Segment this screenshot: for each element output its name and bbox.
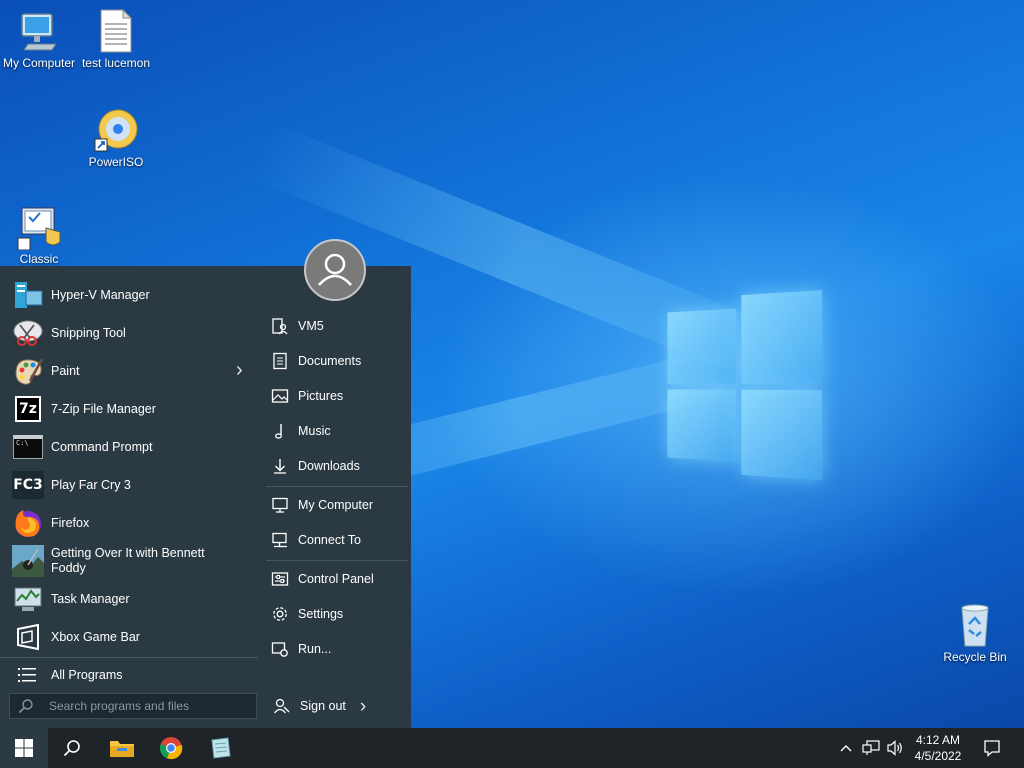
control-panel-icon (270, 569, 290, 589)
notepad-icon (211, 737, 231, 759)
classic-shell-icon (16, 204, 62, 251)
program-list: Hyper-V Manager Snipping Tool Paint › 7z… (0, 266, 262, 728)
text-file-icon (93, 8, 139, 54)
search-box[interactable]: Search programs and files (9, 693, 257, 719)
start-menu: Hyper-V Manager Snipping Tool Paint › 7z… (0, 266, 411, 728)
desktop-icon-classic[interactable]: Classic (0, 204, 78, 266)
sign-out-button[interactable]: Sign out › (272, 690, 413, 722)
tray-show-hidden-icons[interactable] (836, 728, 856, 768)
desktop-icon-my-computer[interactable]: My Computer (0, 8, 78, 70)
terminal-icon: C:\ (12, 431, 44, 463)
sign-out-icon (272, 696, 292, 716)
places-item-connect-to[interactable]: Connect To (270, 524, 411, 556)
program-item-command-prompt[interactable]: C:\ Command Prompt (0, 428, 258, 466)
notification-icon (984, 740, 1000, 757)
places-list: VM5 Documents Pictures Music Downloads M… (262, 266, 411, 728)
disc-icon (93, 107, 139, 153)
desktop-icon-poweriso[interactable]: PowerISO (77, 107, 155, 169)
firefox-icon (12, 507, 44, 539)
user-avatar[interactable] (304, 239, 366, 301)
places-item-vm5[interactable]: VM5 (270, 310, 411, 342)
scissors-icon (12, 317, 44, 349)
taskbar-clock[interactable]: 4:12 AM 4/5/2022 (906, 732, 970, 764)
desktop-icon-label: My Computer (2, 56, 76, 70)
program-item-7zip[interactable]: 7z 7-Zip File Manager (0, 390, 258, 428)
document-icon (270, 351, 290, 371)
search-input[interactable]: Search programs and files (49, 699, 189, 713)
menu-divider (266, 560, 408, 561)
menu-divider (266, 486, 408, 487)
monitor-icon (16, 8, 62, 54)
tray-network[interactable] (860, 728, 882, 768)
program-item-getting-over-it[interactable]: Getting Over It with Bennett Foddy (0, 542, 258, 580)
action-center-button[interactable] (976, 728, 1008, 768)
download-icon (270, 456, 290, 476)
xbox-icon (12, 621, 44, 653)
hyperv-icon (12, 279, 44, 311)
program-item-paint[interactable]: Paint › (0, 352, 258, 390)
chrome-icon (159, 737, 183, 760)
desktop-icon-label: PowerISO (88, 155, 144, 169)
places-item-documents[interactable]: Documents (270, 345, 411, 377)
picture-icon (270, 386, 290, 406)
desktop-icon-label: test lucemon (81, 56, 151, 70)
run-icon (270, 639, 290, 659)
search-icon (63, 740, 80, 757)
music-note-icon (270, 421, 290, 441)
desktop-icon-label: Recycle Bin (943, 650, 1007, 664)
program-item-firefox[interactable]: Firefox (0, 504, 258, 542)
desktop-icon-recycle-bin[interactable]: Recycle Bin (936, 602, 1014, 664)
program-item-hyperv[interactable]: Hyper-V Manager (0, 276, 258, 314)
program-item-xbox-game-bar[interactable]: Xbox Game Bar (0, 618, 258, 656)
all-programs-button[interactable]: All Programs (0, 656, 258, 694)
game-icon (12, 545, 44, 577)
places-item-run[interactable]: Run... (270, 633, 411, 665)
program-item-far-cry-3[interactable]: FC3 Play Far Cry 3 (0, 466, 258, 504)
desktop-icon-label: Classic (19, 252, 59, 266)
places-item-my-computer[interactable]: My Computer (270, 489, 411, 521)
places-item-downloads[interactable]: Downloads (270, 450, 411, 482)
tray-volume[interactable] (884, 728, 906, 768)
taskbar-file-explorer[interactable] (99, 728, 145, 768)
places-item-pictures[interactable]: Pictures (270, 380, 411, 412)
taskbar-search-button[interactable] (50, 728, 94, 768)
clock-date: 4/5/2022 (914, 749, 962, 763)
taskbar: 4:12 AM 4/5/2022 (0, 728, 1024, 768)
farcry-icon: FC3 (12, 469, 44, 501)
program-item-snipping-tool[interactable]: Snipping Tool (0, 314, 258, 352)
palette-icon (12, 355, 44, 387)
places-item-control-panel[interactable]: Control Panel (270, 563, 411, 595)
recycle-bin-icon (952, 602, 998, 648)
sign-out-arrow-icon[interactable]: › (360, 697, 366, 716)
places-item-settings[interactable]: Settings (270, 598, 411, 630)
search-icon (18, 698, 40, 714)
clock-time: 4:12 AM (915, 733, 961, 747)
places-item-music[interactable]: Music (270, 415, 411, 447)
network-icon (270, 530, 290, 550)
task-manager-icon (12, 583, 44, 615)
file-explorer-icon (110, 741, 134, 757)
desktop-icon-text-file[interactable]: test lucemon (77, 8, 155, 70)
seven-zip-icon: 7z (12, 393, 44, 425)
user-folder-icon (270, 316, 290, 336)
submenu-arrow-icon[interactable]: › (236, 360, 243, 380)
computer-icon (270, 495, 290, 515)
taskbar-notepad[interactable] (197, 728, 243, 768)
list-icon (12, 659, 44, 691)
windows-start-icon (15, 739, 33, 757)
taskbar-chrome[interactable] (148, 728, 194, 768)
gear-icon (270, 604, 290, 624)
windows-logo-wallpaper (667, 290, 822, 480)
start-button[interactable] (0, 728, 48, 768)
program-item-task-manager[interactable]: Task Manager (0, 580, 258, 618)
network-icon (862, 740, 880, 755)
chevron-up-icon (840, 745, 852, 752)
speaker-icon (887, 740, 902, 756)
